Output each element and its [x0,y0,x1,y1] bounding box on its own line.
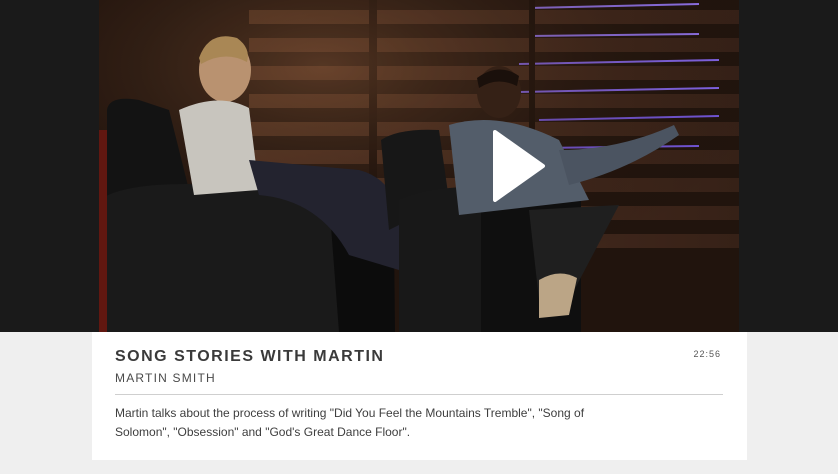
divider [115,394,723,395]
video-thumbnail [99,0,739,332]
video-description: Martin talks about the process of writin… [115,406,585,439]
video-info-card: SONG STORIES WITH MARTIN 22:56 MARTIN SM… [92,332,747,460]
video-title: SONG STORIES WITH MARTIN [115,348,385,365]
video-duration: 22:56 [693,349,721,359]
video-stage [0,0,838,332]
video-speaker: MARTIN SMITH [115,371,216,385]
play-button[interactable] [491,130,547,202]
video-player[interactable] [99,0,739,332]
play-icon [493,130,545,202]
